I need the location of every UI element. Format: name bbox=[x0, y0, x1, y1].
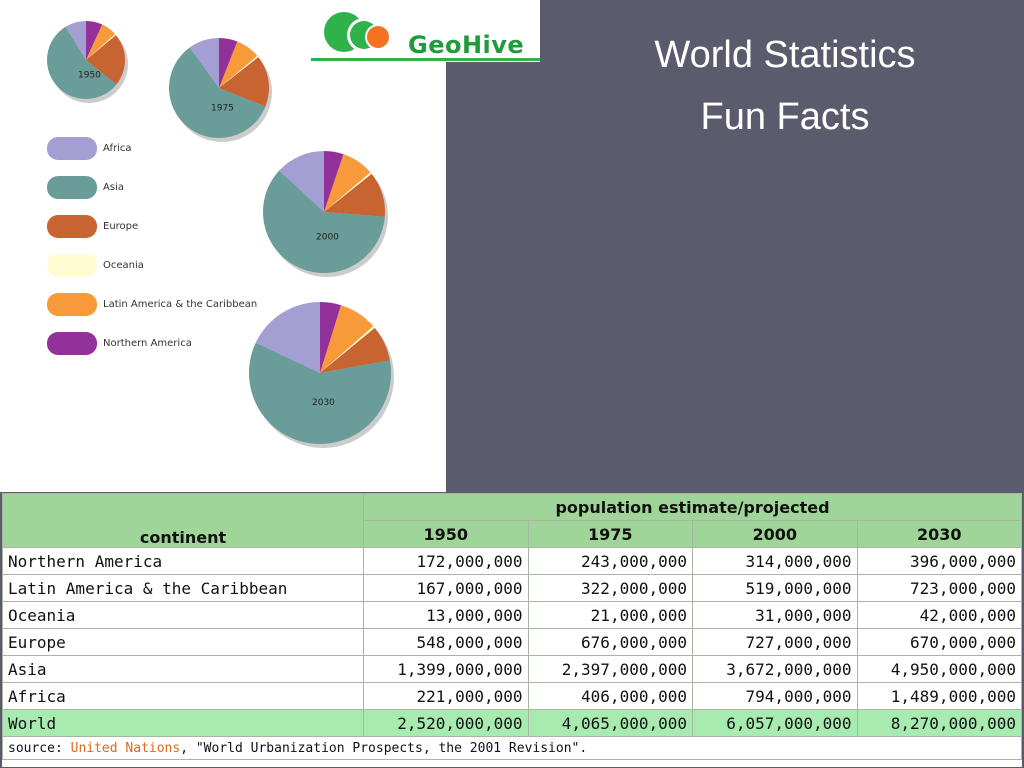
row-continent: Europe bbox=[2, 628, 364, 656]
row-continent: Africa bbox=[2, 682, 364, 710]
pie-year-label: 2030 bbox=[312, 398, 335, 408]
table-row: Latin America & the Caribbean 167,000,000… bbox=[2, 574, 1022, 602]
row-value: 8,270,000,000 bbox=[856, 709, 1022, 737]
legend-label: Africa bbox=[103, 143, 132, 154]
legend-swatch bbox=[47, 254, 97, 277]
row-value: 794,000,000 bbox=[692, 682, 858, 710]
row-value: 4,065,000,000 bbox=[527, 709, 693, 737]
table-row: Europe 548,000,000 676,000,000 727,000,000 6… bbox=[2, 628, 1022, 656]
row-value: 2,520,000,000 bbox=[363, 709, 529, 737]
row-value: 406,000,000 bbox=[527, 682, 693, 710]
table-row: Africa 221,000,000 406,000,000 794,000,000 1… bbox=[2, 682, 1022, 710]
legend-label: Europe bbox=[103, 221, 138, 232]
pie-year-label: 1975 bbox=[211, 104, 234, 114]
row-value: 727,000,000 bbox=[692, 628, 858, 656]
table-row: Asia 1,399,000,000 2,397,000,000 3,672,000,… bbox=[2, 655, 1022, 683]
header-year: 1975 bbox=[527, 520, 693, 548]
header-year: 2030 bbox=[856, 520, 1022, 548]
row-value: 723,000,000 bbox=[856, 574, 1022, 602]
row-value: 670,000,000 bbox=[856, 628, 1022, 656]
row-value: 6,057,000,000 bbox=[692, 709, 858, 737]
row-continent: World bbox=[2, 709, 364, 737]
pie-year-label: 1950 bbox=[78, 71, 101, 81]
row-value: 4,950,000,000 bbox=[856, 655, 1022, 683]
pie-year-label: 2000 bbox=[316, 232, 339, 242]
legend-label: Northern America bbox=[103, 338, 192, 349]
row-value: 396,000,000 bbox=[856, 547, 1022, 575]
header-year: 1950 bbox=[363, 520, 529, 548]
row-continent: Northern America bbox=[2, 547, 364, 575]
row-value: 676,000,000 bbox=[527, 628, 693, 656]
legend-label: Latin America & the Caribbean bbox=[103, 299, 257, 310]
row-value: 314,000,000 bbox=[692, 547, 858, 575]
row-value: 31,000,000 bbox=[692, 601, 858, 629]
row-value: 519,000,000 bbox=[692, 574, 858, 602]
legend-swatch bbox=[47, 332, 97, 355]
legend-swatch bbox=[47, 293, 97, 316]
source-prefix: source: bbox=[8, 740, 71, 756]
header-continent: continent bbox=[2, 493, 364, 548]
row-value: 322,000,000 bbox=[527, 574, 693, 602]
slide-title-line2: Fun Facts bbox=[700, 96, 870, 138]
table-row: Oceania 13,000,000 21,000,000 31,000,000 42,… bbox=[2, 601, 1022, 629]
source-link[interactable]: United Nations bbox=[71, 741, 181, 756]
row-value: 548,000,000 bbox=[363, 628, 529, 656]
row-value: 1,399,000,000 bbox=[363, 655, 529, 683]
row-value: 221,000,000 bbox=[363, 682, 529, 710]
row-value: 243,000,000 bbox=[527, 547, 693, 575]
row-value: 42,000,000 bbox=[856, 601, 1022, 629]
row-value: 167,000,000 bbox=[363, 574, 529, 602]
header-group: population estimate/projected bbox=[363, 493, 1022, 521]
row-continent: Latin America & the Caribbean bbox=[2, 574, 364, 602]
slide-title-line1: World Statistics bbox=[654, 34, 916, 76]
row-value: 172,000,000 bbox=[363, 547, 529, 575]
row-continent: Oceania bbox=[2, 601, 364, 629]
legend-swatch bbox=[47, 215, 97, 238]
row-value: 3,672,000,000 bbox=[692, 655, 858, 683]
table-total-row: World 2,520,000,000 4,065,000,000 6,057,000… bbox=[2, 709, 1022, 737]
row-value: 13,000,000 bbox=[363, 601, 529, 629]
row-value: 21,000,000 bbox=[527, 601, 693, 629]
pie-charts: 1950 1975 2000 2030 Africa Asia Europe Oceania L… bbox=[46, 21, 394, 448]
legend-swatch bbox=[47, 176, 97, 199]
row-continent: Asia bbox=[2, 655, 364, 683]
legend-swatch bbox=[47, 137, 97, 160]
source-suffix: , "World Urbanization Prospects, the 200… bbox=[180, 740, 588, 756]
source-row: source: United Nations, "World Urbanizat… bbox=[2, 736, 1022, 760]
population-table: continent population estimate/projected … bbox=[2, 493, 1022, 767]
row-value: 1,489,000,000 bbox=[856, 682, 1022, 710]
row-value: 2,397,000,000 bbox=[527, 655, 693, 683]
table-row: Northern America 172,000,000 243,000,000 31… bbox=[2, 547, 1022, 575]
header-year: 2000 bbox=[692, 520, 858, 548]
legend-label: Asia bbox=[103, 182, 124, 193]
legend-label: Oceania bbox=[103, 260, 144, 271]
